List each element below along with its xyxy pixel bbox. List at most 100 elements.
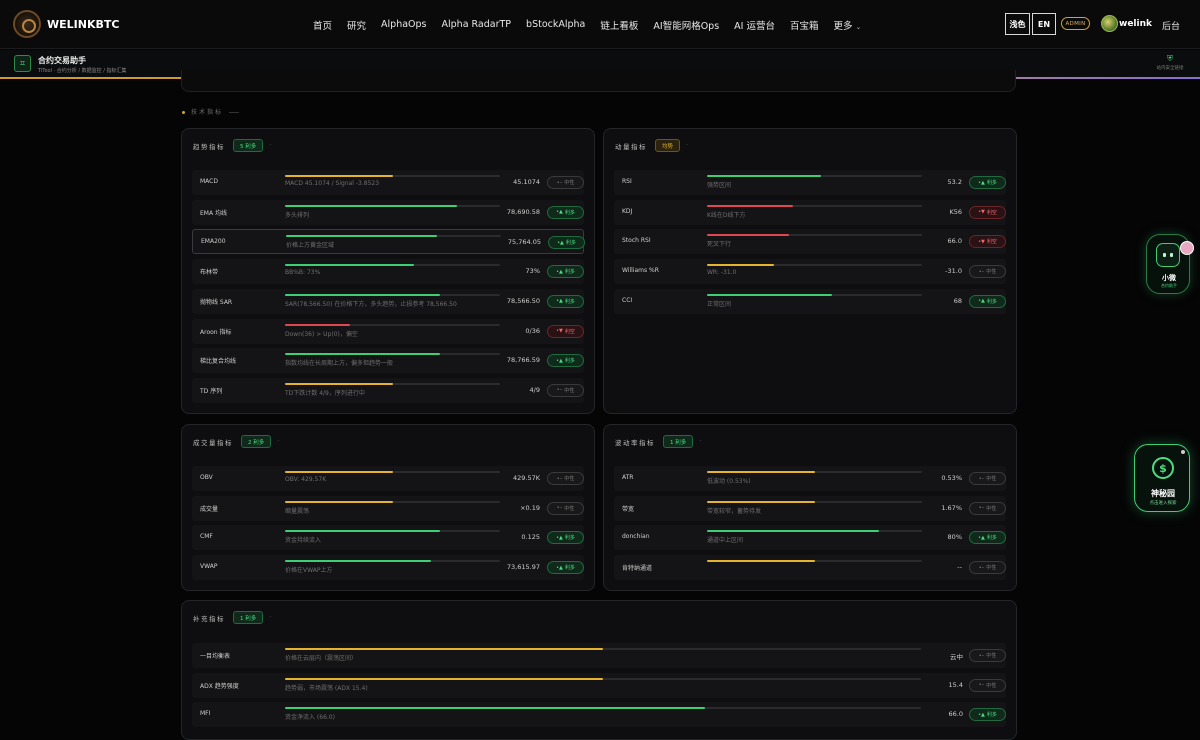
- nav-item-home[interactable]: 首页: [313, 18, 332, 32]
- card-title: 补充指标: [193, 614, 225, 623]
- indicator-name: ATR: [622, 474, 634, 481]
- section-divider: [229, 112, 240, 113]
- indicator-row[interactable]: MACD MACD 45.1074 / Signal -3.8523 45.1074…: [192, 170, 584, 195]
- shield-icon: ⛨: [1167, 54, 1173, 63]
- indicator-row[interactable]: OBV OBV: 429.57K 429.57K •– 中性: [192, 466, 584, 491]
- sentiment-label: 利多: [564, 535, 575, 542]
- sentiment-badge: •– 中性: [547, 501, 584, 515]
- language-button[interactable]: EN: [1032, 13, 1056, 35]
- indicator-row[interactable]: 抛物线 SAR SAR(78,566.50) 在价格下方，多头趋势，止损参考 78…: [192, 288, 584, 314]
- nav-item-alpha-radar[interactable]: Alpha RadarTP: [442, 19, 512, 30]
- notification-avatar-icon[interactable]: [1180, 241, 1194, 255]
- indicator-row[interactable]: 布林带 BB%B: 73% 73% •▲ 利多: [192, 259, 584, 285]
- indicator-description: 价格在云层内（震荡区间）: [285, 655, 358, 662]
- avatar[interactable]: [1101, 15, 1118, 32]
- indicator-row[interactable]: ATR 低波动 (0.53%) 0.53% •– 中性: [614, 466, 1006, 491]
- main-nav: 首页 研究 AlphaOps Alpha RadarTP bStockAlpha…: [313, 0, 891, 49]
- indicator-strength-fill: [285, 500, 393, 503]
- indicator-strength-fill: [285, 293, 440, 296]
- indicator-row[interactable]: Williams %R WR: -31.0 -31.0 •– 中性: [614, 259, 1006, 285]
- indicator-strength-bar: [285, 707, 921, 710]
- mystery-garden-float-button[interactable]: $ 神秘园 点击进入探索: [1134, 444, 1190, 512]
- nav-item-toolbox[interactable]: 百宝箱: [790, 18, 819, 32]
- indicator-strength-bar: [286, 235, 501, 238]
- indicator-value: 68: [953, 296, 962, 305]
- indicator-strength-bar: [285, 500, 500, 503]
- indicator-row[interactable]: ADX 趋势强度 趋势弱，市场震荡 (ADX 15.4) 15.4 •– 中性: [192, 672, 1006, 698]
- indicator-strength-fill: [285, 560, 432, 563]
- indicator-strength-bar: [285, 471, 500, 473]
- indicator-name: CCI: [622, 296, 633, 304]
- indicator-row[interactable]: CMF 资金持续流入 0.125 •▲ 利多: [192, 525, 584, 551]
- chart-app-icon: ⌗: [14, 55, 31, 72]
- sentiment-badge: •▼ 利空: [547, 324, 584, 338]
- indicator-row[interactable]: Aroon 指标 Down(36) > Up(0)，偏空 0/36 •▼ 利空: [192, 318, 584, 344]
- indicator-row[interactable]: 肯特纳通道 -- •– 中性: [614, 555, 1006, 581]
- indicator-row[interactable]: Stoch RSI 死叉下行 66.0 •▼ 利空: [614, 229, 1006, 255]
- sentiment-label: 利空: [564, 328, 575, 335]
- sentiment-label: 中性: [986, 653, 997, 659]
- nav-item-ai-ops-desk[interactable]: AI 运营台: [734, 18, 775, 32]
- nav-item-more[interactable]: 更多 ⌄: [834, 18, 877, 32]
- nav-item-alphaops[interactable]: AlphaOps: [381, 19, 426, 30]
- supplementary-indicators-card: 补充指标 1 利多 · 一目均衡表 价格在云层内（震荡区间） 云中 •– 中性 ADX 趋…: [181, 600, 1017, 740]
- indicator-row[interactable]: EMA 均线 多头排列 78,690.58 •▲ 利多: [192, 199, 584, 225]
- indicator-row[interactable]: 梯比复合均线 指数均线在长周期上方，偏多但趋势一般 78,766.59 •▲ 利多: [192, 348, 584, 374]
- garden-name: 神秘园: [1151, 489, 1175, 498]
- indicator-row[interactable]: 带宽 带宽较窄，蓄势待发 1.67% •– 中性: [614, 495, 1006, 521]
- indicator-name: MFI: [200, 710, 211, 718]
- indicator-description: 指数均线在长周期上方，偏多但趋势一般: [285, 360, 394, 368]
- indicator-value: K56: [949, 207, 962, 216]
- arrow-down-icon: •▼: [978, 238, 985, 245]
- dash-icon: •–: [978, 505, 985, 512]
- indicator-row[interactable]: 成交量 缩量震荡 ×0.19 •– 中性: [192, 495, 584, 521]
- indicator-row[interactable]: 一目均衡表 价格在云层内（震荡区间） 云中 •– 中性: [192, 643, 1006, 668]
- backend-link[interactable]: 后台: [1162, 19, 1180, 32]
- indicator-strength-fill: [285, 264, 414, 267]
- logo-text: WELINKBTC: [47, 17, 120, 31]
- summary-badge: 1 利多: [233, 611, 264, 624]
- sentiment-label: 中性: [986, 476, 997, 482]
- indicator-value: 45.1074: [513, 178, 540, 186]
- secure-link-label: 站内安全链接: [1156, 66, 1184, 71]
- card-header: 补充指标 1 利多 ·: [193, 611, 271, 624]
- sentiment-label: 中性: [986, 505, 997, 512]
- nav-item-ai-grid-ops[interactable]: AI智能网格Ops: [653, 18, 719, 32]
- nav-item-onchain-board[interactable]: 链上看板: [600, 18, 638, 32]
- indicator-row[interactable]: TD 序列 TD下跌计数 4/9，序列进行中 4/9 •– 中性: [192, 377, 584, 403]
- indicator-strength-fill: [707, 204, 793, 207]
- indicator-row[interactable]: VWAP 价格在VWAP上方 73,615.97 •▲ 利多: [192, 555, 584, 581]
- logo[interactable]: WELINKBTC: [13, 10, 119, 38]
- sentiment-label: 利多: [986, 535, 997, 542]
- nav-item-research[interactable]: 研究: [347, 18, 366, 32]
- indicator-strength-fill: [285, 323, 350, 326]
- indicator-name: 带宽: [622, 505, 635, 513]
- dash-icon: •–: [556, 387, 563, 394]
- indicator-row[interactable]: RSI 强势区间 53.2 •▲ 利多: [614, 170, 1006, 195]
- arrow-up-icon: •▲: [556, 209, 563, 216]
- dash-icon: •–: [978, 564, 985, 571]
- indicator-value: 15.4: [948, 680, 963, 689]
- indicator-row[interactable]: donchian 通道中上区间 80% •▲ 利多: [614, 525, 1006, 551]
- sentiment-label: 中性: [564, 476, 575, 482]
- sentiment-badge: •▼ 利空: [969, 235, 1006, 249]
- indicator-description: Down(36) > Up(0)，偏空: [285, 330, 358, 338]
- indicator-strength-bar: [707, 530, 922, 533]
- robot-icon: [1156, 243, 1180, 267]
- indicator-row[interactable]: KDJ K线在D线下方 K56 •▼ 利空: [614, 199, 1006, 225]
- indicator-strength-bar: [707, 293, 922, 296]
- dash-icon: •–: [556, 475, 563, 482]
- indicator-strength-bar: [707, 500, 922, 503]
- summary-badge: 2 利多: [241, 435, 272, 448]
- info-dot-icon: ·: [269, 142, 272, 149]
- indicator-row[interactable]: EMA200 价格上方黄金区域 75,764.05 •▲ 利多: [192, 229, 585, 255]
- indicator-row[interactable]: CCI 正常区间 68 •▲ 利多: [614, 288, 1006, 314]
- secure-link[interactable]: ⛨ 站内安全链接: [1150, 54, 1190, 71]
- indicator-strength-bar: [285, 530, 500, 533]
- indicator-value: 1.67%: [941, 503, 962, 512]
- theme-toggle-button[interactable]: 浅色: [1005, 13, 1030, 35]
- username[interactable]: welink: [1119, 19, 1152, 29]
- sentiment-badge: •▲ 利多: [969, 294, 1006, 308]
- nav-item-bstockalpha[interactable]: bStockAlpha: [526, 19, 585, 30]
- indicator-strength-bar: [285, 382, 500, 385]
